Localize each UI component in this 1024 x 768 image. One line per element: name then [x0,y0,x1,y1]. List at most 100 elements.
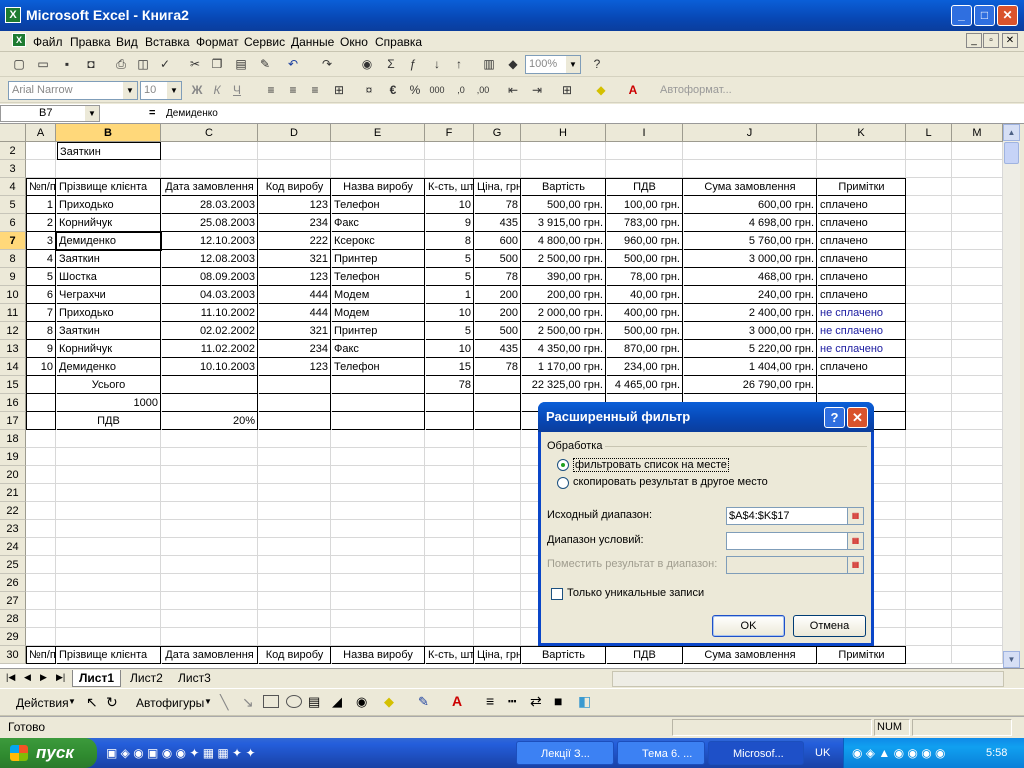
cell[interactable]: ПДВ [607,178,683,196]
cell[interactable]: 321 [259,250,331,268]
cell[interactable]: Корнийчук [57,340,161,358]
menu-file[interactable]: Файл [33,35,63,49]
cell[interactable]: сплачено [818,214,906,232]
menu-view[interactable]: Вид [116,35,138,49]
fill-color-icon[interactable]: ◆ [592,82,610,99]
cell[interactable]: Заяткин [57,250,161,268]
line-color-icon[interactable]: ✎ [418,694,429,710]
scroll-thumb[interactable] [1004,142,1019,164]
tab-sheet3[interactable]: Лист3 [172,670,217,687]
unique-records-label[interactable]: Только уникальные записи [567,587,704,599]
unique-checkbox[interactable] [551,588,563,600]
row-header[interactable]: 15 [0,376,26,394]
row-header[interactable]: 20 [0,466,26,484]
cell[interactable]: Модем [332,286,425,304]
column-header[interactable]: I [606,124,683,142]
row-header[interactable]: 4 [0,178,26,196]
cell[interactable]: Назва виробу [332,646,425,664]
cell[interactable] [818,376,906,394]
cell[interactable]: 5 [426,250,474,268]
cell[interactable]: 2 500,00 грн. [522,322,606,340]
doc-minimize-button[interactable]: _ [966,33,982,48]
task-button-3[interactable]: Microsof... [708,741,804,765]
cell[interactable]: Демиденко [57,232,161,250]
cell[interactable]: 783,00 грн. [607,214,683,232]
next-sheet-icon[interactable]: ▶ [40,672,47,683]
cell[interactable]: Телефон [332,358,425,376]
cell[interactable]: 5 220,00 грн. [684,340,817,358]
last-sheet-icon[interactable]: ▶| [56,672,65,683]
task-button-2[interactable]: Тема 6. ... [617,741,705,765]
row-header[interactable]: 12 [0,322,26,340]
percent-icon[interactable]: % [406,82,424,99]
row-header[interactable]: 28 [0,610,26,628]
cell[interactable]: 28.03.2003 [162,196,258,214]
row-header[interactable]: 19 [0,448,26,466]
save-icon[interactable]: ▪ [58,56,76,73]
cell[interactable]: Факс [332,340,425,358]
spelling-icon[interactable]: ✓ [156,56,174,73]
cell[interactable]: сплачено [818,286,906,304]
cell[interactable]: 10 [27,358,56,376]
rectangle-icon[interactable] [263,695,279,708]
row-header[interactable]: 24 [0,538,26,556]
arrow-icon[interactable]: ↘ [242,694,254,711]
column-header[interactable]: F [425,124,474,142]
cell[interactable]: 8 [426,232,474,250]
hyperlink-icon[interactable]: ◉ [358,56,376,73]
formula-input[interactable]: Демиденко [166,108,218,119]
cell[interactable]: 468,00 грн. [684,268,817,286]
criteria-range-input[interactable]: ▦ [726,532,864,550]
cell[interactable]: 200,00 грн. [522,286,606,304]
option-filter-in-place[interactable]: фильтровать список на месте [573,458,729,472]
name-box[interactable]: B7 ▼ [0,105,100,122]
tab-sheet1[interactable]: Лист1 [72,670,122,687]
cell[interactable]: 11.10.2002 [162,304,258,322]
cell[interactable]: 10 [426,196,474,214]
row-header[interactable]: 16 [0,394,26,412]
menu-insert[interactable]: Вставка [145,35,190,49]
function-icon[interactable]: ƒ [404,56,422,73]
row-header[interactable]: 25 [0,556,26,574]
cell[interactable]: 22 325,00 грн. [522,376,606,394]
cell[interactable]: 123 [259,358,331,376]
cell[interactable]: сплачено [818,232,906,250]
increase-decimal-icon[interactable]: ,0 [452,82,470,99]
cell[interactable]: 78,00 грн. [607,268,683,286]
cell[interactable]: 234 [259,340,331,358]
cell[interactable]: 1 [27,196,56,214]
fill-color-icon[interactable]: ◆ [384,694,394,710]
workbook-icon[interactable]: X [12,33,26,47]
autoformat-label[interactable]: Автоформат... [660,84,732,96]
column-header[interactable]: C [161,124,258,142]
row-header[interactable]: 22 [0,502,26,520]
cell[interactable]: 6 [27,286,56,304]
redo-icon[interactable]: ↷ [318,56,336,73]
rotate-icon[interactable]: ↻ [106,694,118,711]
cell[interactable]: не сплачено [818,340,906,358]
cell[interactable]: №п/п [27,646,56,664]
chevron-down-icon[interactable]: ▼ [204,697,212,706]
cell[interactable]: Код виробу [259,178,331,196]
cell[interactable]: 9 [426,214,474,232]
cell[interactable]: Сума замовлення [684,646,817,664]
size-combo[interactable]: 10 ▼ [140,81,182,100]
actions-menu[interactable]: Действия [16,696,69,710]
cell[interactable]: 78 [426,376,474,394]
cell[interactable]: Демиденко [57,358,161,376]
arrow-style-icon[interactable]: ⇄ [530,693,542,710]
cancel-button[interactable]: Отмена [793,615,866,637]
cell[interactable]: ПДВ [607,646,683,664]
align-right-icon[interactable]: ≡ [306,82,324,99]
cell[interactable]: 20% [162,412,258,430]
cell[interactable]: Телефон [332,196,425,214]
cell[interactable]: 78 [475,196,521,214]
menu-data[interactable]: Данные [291,35,334,49]
cell[interactable]: сплачено [818,358,906,376]
cell[interactable]: 600,00 грн. [684,196,817,214]
minimize-button[interactable]: _ [951,5,972,26]
select-all-corner[interactable] [0,124,26,142]
source-range-input[interactable]: $A$4:$K$17 ▦ [726,507,864,525]
cell[interactable]: Прізвище клієнта [57,178,161,196]
cell[interactable]: не сплачено [818,304,906,322]
